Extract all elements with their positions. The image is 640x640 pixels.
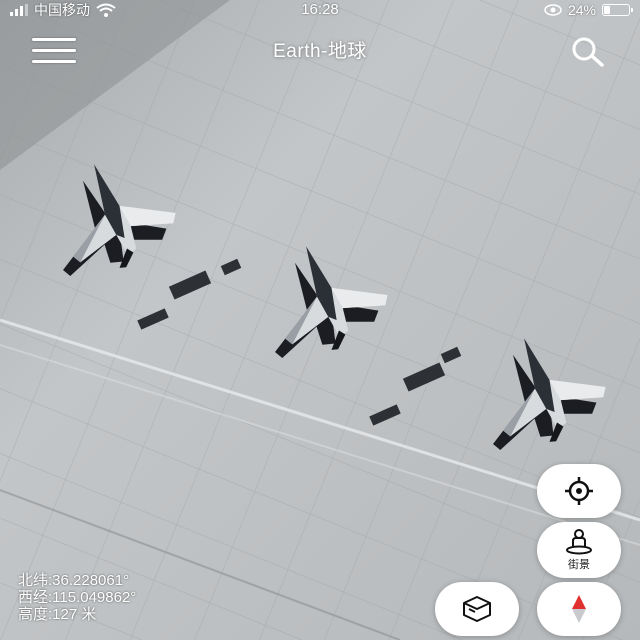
- compass-icon: [572, 595, 586, 623]
- latitude-text: 北纬:36.228061°: [18, 572, 130, 589]
- 3d-box-icon: [463, 596, 491, 622]
- search-button[interactable]: [568, 34, 608, 70]
- status-bar: 中国移动 16:28 24%: [0, 0, 640, 20]
- compass-button[interactable]: [537, 582, 621, 636]
- eye-icon: [544, 4, 562, 16]
- street-view-button[interactable]: 街景: [537, 522, 621, 578]
- coordinates-readout: 北纬:36.228061° 西经:115.049862° 高度:127 米: [18, 572, 136, 623]
- 3d-view-button[interactable]: [435, 582, 519, 636]
- battery-percent: 24%: [567, 2, 596, 18]
- locate-button[interactable]: [537, 464, 621, 518]
- crosshair-icon: [565, 477, 593, 505]
- battery-icon: [602, 4, 633, 16]
- pegman-icon: [566, 528, 592, 554]
- search-icon: [572, 37, 604, 67]
- altitude-text: 高度:127 米: [18, 606, 97, 623]
- app-header: Earth-地球: [0, 24, 640, 76]
- longitude-text: 西经:115.049862°: [18, 589, 137, 606]
- street-view-label: 街景: [568, 558, 590, 571]
- app-title: Earth-地球: [273, 41, 367, 62]
